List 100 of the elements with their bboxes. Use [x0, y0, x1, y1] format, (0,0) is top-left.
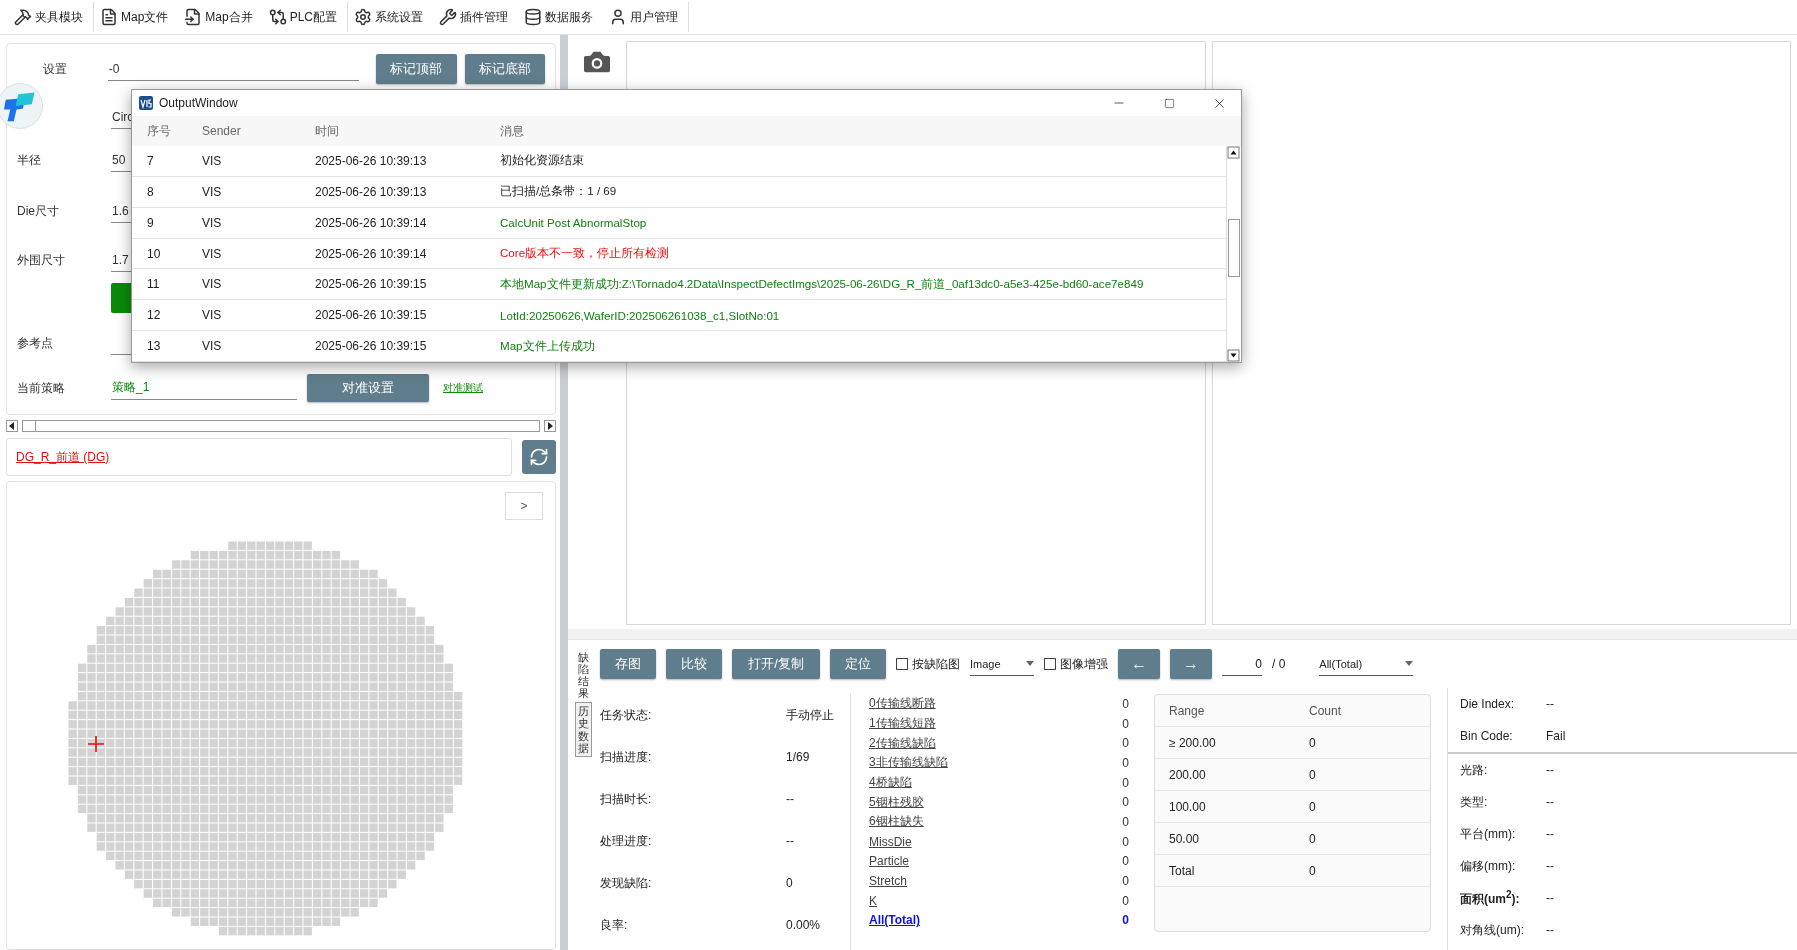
defect-link[interactable]: MissDie	[869, 834, 912, 849]
defect-link[interactable]: 1传输线短路	[869, 715, 936, 733]
image-select[interactable]: Image	[970, 652, 1034, 676]
window-title: OutputWindow	[159, 96, 239, 110]
maximize-icon	[1163, 97, 1175, 109]
filter-select[interactable]: All(Total)	[1319, 652, 1414, 676]
vertical-scrollbar[interactable]	[1226, 146, 1241, 362]
stat-label: 任务状态:	[600, 706, 653, 724]
caret-icon	[1026, 661, 1034, 666]
toolbar-button[interactable]: PLC配置	[262, 2, 349, 32]
input-field[interactable]: -0	[107, 57, 359, 81]
checkbox[interactable]	[896, 658, 908, 670]
stat-label: 处理进度:	[600, 832, 653, 850]
toolbar-button[interactable]: Map文件	[94, 2, 179, 32]
log-message: CalcUnit Post AbnormalStop	[500, 216, 648, 230]
defect-count: 0	[1122, 913, 1129, 928]
logo-icon	[0, 80, 46, 132]
table-cell-text: 12	[147, 308, 162, 323]
action-button[interactable]: 定位	[830, 649, 886, 679]
left-arrow-icon[interactable]	[9, 422, 15, 430]
action-button[interactable]: 打开/复制	[732, 649, 820, 679]
info-label: Die Index:	[1460, 697, 1516, 711]
document-icon	[100, 8, 118, 26]
defect-link[interactable]: 3非传输线缺陷	[869, 754, 948, 772]
refresh-button[interactable]	[522, 440, 556, 474]
toolbar-button[interactable]: 夹具模块	[8, 2, 94, 32]
toolbar-button[interactable]: 系统设置	[348, 2, 434, 32]
info-label: 光路:	[1460, 761, 1489, 779]
toolbar-button[interactable]: Map合并	[178, 2, 263, 32]
field-label: 参考点	[17, 334, 54, 352]
info-label: 偏移(mm):	[1460, 857, 1517, 875]
align-settings-button[interactable]: 对准设置	[307, 374, 429, 402]
info-value: --	[1546, 697, 1554, 711]
mark-button[interactable]: 标记顶部	[376, 54, 457, 84]
table-cell-text: 0	[1309, 767, 1317, 782]
defect-link[interactable]: 4桥缺陷	[869, 774, 912, 792]
file-import-icon	[184, 8, 203, 26]
action-button[interactable]: 存图	[600, 649, 656, 679]
stat-value: 1/69	[786, 750, 810, 764]
align-test-link[interactable]: 对准测试	[443, 381, 483, 395]
table-cell-text: 0	[1309, 735, 1317, 750]
side-tab[interactable]: 历史数据	[575, 702, 592, 757]
table-cell-text: 2025-06-26 10:39:15	[315, 308, 428, 323]
page-total: / 0	[1272, 657, 1286, 671]
table-cell-text: 0	[1309, 831, 1317, 846]
info-value: --	[1546, 859, 1554, 873]
table-cell-text: VIS	[202, 215, 223, 230]
defect-link[interactable]: All(Total)	[869, 913, 921, 928]
log-message: 初始化资源结束	[500, 153, 585, 169]
toolbar-button[interactable]: 数据服务	[518, 2, 604, 32]
expand-button[interactable]: >	[505, 492, 543, 520]
page-field[interactable]: 0	[1222, 652, 1262, 676]
log-message: Map文件上传成功	[500, 338, 596, 354]
stat-label: 扫描时长:	[600, 790, 653, 808]
defect-link[interactable]: Stretch	[869, 874, 907, 889]
table-cell-text: 9	[147, 215, 155, 230]
action-button[interactable]: 比较	[666, 649, 722, 679]
stat-value: --	[786, 834, 794, 848]
field-label: 半径	[17, 151, 42, 169]
column-header: Sender	[202, 124, 242, 138]
defect-link[interactable]: 5铟柱残胶	[869, 793, 924, 811]
log-message: 本地Map文件更新成功:Z:\Tornado4.2Data\InspectDefectImgs\2025-06-26\DG_R_前道_0af13dc0-a5e3-425e-bd60-ace7e849	[500, 276, 1145, 292]
column-header: Range	[1169, 703, 1206, 718]
toolbar-button[interactable]: 用户管理	[603, 2, 690, 32]
defect-count: 0	[1122, 874, 1129, 889]
mark-button[interactable]: 标记底部	[464, 54, 545, 84]
info-value: --	[1546, 891, 1554, 905]
defect-count: 0	[1122, 795, 1129, 810]
checkbox-label: 按缺陷图	[912, 655, 960, 673]
stat-label: 发现缺陷:	[600, 874, 653, 892]
table-cell-text: 50.00	[1169, 831, 1201, 846]
defect-count: 0	[1122, 893, 1129, 908]
defect-link[interactable]: 6铟柱缺失	[869, 813, 924, 831]
defect-count: 0	[1122, 814, 1129, 829]
stat-value: 0.00%	[786, 918, 821, 932]
defect-count: 0	[1122, 696, 1129, 711]
right-arrow-icon[interactable]	[547, 422, 553, 430]
checkbox[interactable]	[1044, 658, 1056, 670]
field-label: Die尺寸	[17, 202, 60, 220]
scroll-thumb[interactable]	[1228, 219, 1240, 277]
info-value: --	[1546, 923, 1554, 937]
arrow-button[interactable]: ←	[1118, 649, 1160, 679]
toolbar-button[interactable]: 插件管理	[433, 2, 519, 32]
table-cell-text: 13	[147, 339, 162, 354]
input-field[interactable]: 策略_1	[111, 376, 297, 400]
caret-icon	[1405, 661, 1414, 666]
defect-link[interactable]: 2传输线缺陷	[869, 734, 936, 752]
arrow-button[interactable]: →	[1170, 649, 1212, 679]
compare-arrows-icon	[268, 8, 287, 26]
log-message: 已扫描/总条带：1 / 69	[500, 184, 618, 200]
settings-icon	[354, 8, 373, 26]
defect-count: 0	[1122, 755, 1129, 770]
log-message: LotId:20250626,WaferID:202506261038_c1,SlotNo:01	[500, 308, 781, 322]
table-cell-text: 0	[1309, 863, 1317, 878]
horizontal-scrollbar[interactable]	[6, 419, 556, 433]
defect-link[interactable]: Particle	[869, 854, 909, 869]
recipe-link[interactable]: DG_R_前道 (DG)	[16, 448, 110, 466]
defect-link[interactable]: K	[869, 893, 877, 908]
defect-count: 0	[1122, 775, 1129, 790]
defect-link[interactable]: 0传输线断路	[869, 695, 936, 713]
